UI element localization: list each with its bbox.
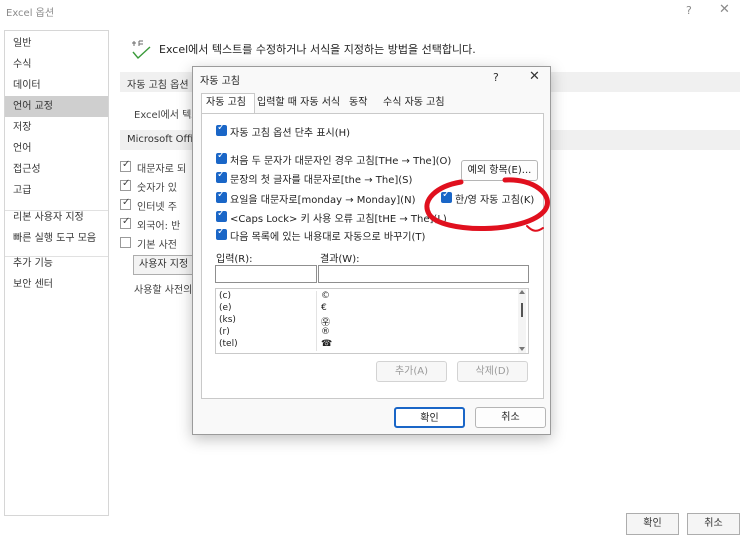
list-scrollbar[interactable] [518, 289, 526, 353]
dialog-ok-button[interactable]: 확인 [394, 407, 465, 428]
capitalize-first-checkbox[interactable] [216, 169, 227, 183]
sidebar-item-language[interactable]: 언어 [5, 138, 108, 159]
delete-button[interactable]: 삭제(D) [457, 361, 528, 382]
window-title: Excel 옵션 [6, 8, 55, 19]
with-input[interactable] [318, 265, 529, 283]
option-checkbox[interactable] [120, 216, 131, 229]
han-eng-checkbox[interactable] [441, 189, 452, 203]
caps-lock-label: <Caps Lock> 키 사용 오류 고침[tHE → The](L) [230, 214, 447, 225]
two-initial-caps-label: 처음 두 문자가 대문자인 경우 고침[THe → The](O) [230, 156, 452, 167]
add-button[interactable]: 추가(A) [376, 361, 447, 382]
option-checkbox[interactable] [120, 178, 131, 191]
sidebar-item-data[interactable]: 데이터 [5, 75, 108, 96]
close-icon[interactable]: ✕ [719, 2, 730, 17]
sidebar-item-save[interactable]: 저장 [5, 117, 108, 138]
option-label: 외국어: 반 [137, 221, 181, 232]
capitalize-days-checkbox[interactable] [216, 189, 227, 203]
sidebar-item-proofing[interactable]: 언어 교정 [5, 96, 108, 117]
option-label: 인터넷 주 [137, 202, 177, 213]
option-label: 기본 사전 [137, 240, 177, 251]
sidebar-item-trust-center[interactable]: 보안 센터 [5, 274, 108, 295]
option-checkbox[interactable] [120, 237, 131, 248]
sidebar-item-quick-access[interactable]: 빠른 실행 도구 모음 [5, 228, 108, 249]
sidebar-item-advanced[interactable]: 고급 [5, 180, 108, 201]
scroll-down-icon[interactable] [519, 347, 525, 351]
proofing-check-icon [132, 40, 151, 60]
sidebar-item-general[interactable]: 일반 [5, 33, 108, 54]
replace-input[interactable] [215, 265, 317, 283]
autocorrect-dialog: 자동 고침 ? ✕ 자동 고침 입력할 때 자동 서식 동작 수식 자동 고침 … [192, 66, 551, 435]
show-buttons-label: 자동 고침 옵션 단추 표시(H) [230, 128, 351, 139]
option-checkbox[interactable] [120, 197, 131, 210]
result-column-label: 결과(W): [320, 254, 360, 265]
option-label: 대문자로 되 [137, 164, 187, 175]
two-initial-caps-checkbox[interactable] [216, 150, 227, 164]
list-item[interactable]: (c) © [216, 291, 512, 303]
ok-button[interactable]: 확인 [626, 513, 679, 535]
option-checkbox[interactable] [120, 159, 131, 172]
list-item[interactable]: (e) € [216, 303, 512, 315]
replace-text-label: 다음 목록에 있는 내용대로 자동으로 바꾸기(T) [230, 232, 426, 243]
option-label: 숫자가 있 [137, 183, 177, 194]
help-icon[interactable]: ? [493, 71, 499, 84]
capitalize-first-label: 문장의 첫 글자를 대문자로[the → The](S) [230, 175, 413, 186]
sidebar-item-customize-ribbon[interactable]: 리본 사용자 지정 [5, 207, 108, 228]
page-heading: Excel에서 텍스트를 수정하거나 서식을 지정하는 방법을 선택합니다. [159, 43, 476, 56]
list-item[interactable]: (ks) ㉾ [216, 315, 512, 328]
sidebar-item-accessibility[interactable]: 접근성 [5, 159, 108, 180]
help-icon[interactable]: ? [686, 4, 692, 17]
replace-text-checkbox[interactable] [216, 226, 227, 240]
autocorrect-text: Excel에서 텍스 [134, 110, 201, 121]
scroll-up-icon[interactable] [519, 290, 525, 294]
han-eng-label: 한/영 자동 고침(K) [455, 195, 535, 206]
tab-actions[interactable]: 동작 [345, 94, 371, 113]
tab-autocorrect[interactable]: 자동 고침 [201, 93, 255, 114]
tab-autoformat-as-you-type[interactable]: 입력할 때 자동 서식 [253, 94, 344, 113]
show-buttons-checkbox[interactable] [216, 122, 227, 136]
window-title-bar: Excel 옵션 ? ✕ [0, 0, 743, 22]
caps-lock-checkbox[interactable] [216, 208, 227, 222]
tab-math-autocorrect[interactable]: 수식 자동 고침 [379, 94, 449, 113]
scroll-thumb[interactable] [521, 303, 523, 317]
list-item[interactable]: (r) ® [216, 327, 512, 339]
input-column-label: 입력(R): [216, 254, 253, 265]
cancel-button[interactable]: 취소 [687, 513, 740, 535]
sidebar: 일반 수식 데이터 언어 교정 저장 언어 접근성 고급 리본 사용자 지정 빠… [4, 30, 109, 516]
sidebar-item-formulas[interactable]: 수식 [5, 54, 108, 75]
replacement-list[interactable]: (c) © (e) € (ks) ㉾ (r) ® (tel) ☎ [215, 288, 529, 354]
sidebar-item-addins[interactable]: 추가 기능 [5, 253, 108, 274]
close-icon[interactable]: ✕ [529, 69, 540, 84]
exceptions-button[interactable]: 예외 항목(E)... [461, 160, 538, 181]
dictionary-text: 사용할 사전의 [134, 285, 193, 296]
dialog-cancel-button[interactable]: 취소 [475, 407, 546, 428]
dialog-title: 자동 고침 [200, 76, 240, 87]
list-item[interactable]: (tel) ☎ [216, 339, 512, 351]
capitalize-days-label: 요일을 대문자로[monday → Monday](N) [230, 195, 416, 206]
